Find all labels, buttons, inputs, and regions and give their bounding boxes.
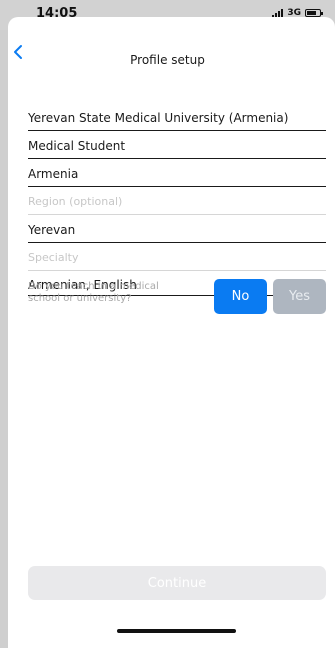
yes-button[interactable]: Yes <box>273 279 326 314</box>
region-field[interactable]: Region (optional) <box>28 187 326 215</box>
university-field[interactable]: Yerevan State Medical University (Armeni… <box>28 103 326 131</box>
teach-question-label: Do you teach in a medical school or univ… <box>28 281 159 304</box>
country-field[interactable]: Armenia <box>28 159 326 187</box>
role-field[interactable]: Medical Student <box>28 131 326 159</box>
page-title: Profile setup <box>130 53 205 67</box>
home-indicator[interactable] <box>117 629 236 633</box>
no-button[interactable]: No <box>214 279 267 314</box>
city-field[interactable]: Yerevan <box>28 215 326 243</box>
specialty-field[interactable]: Specialty <box>28 243 326 271</box>
continue-button[interactable]: Continue <box>28 566 326 600</box>
battery-icon <box>305 9 323 17</box>
